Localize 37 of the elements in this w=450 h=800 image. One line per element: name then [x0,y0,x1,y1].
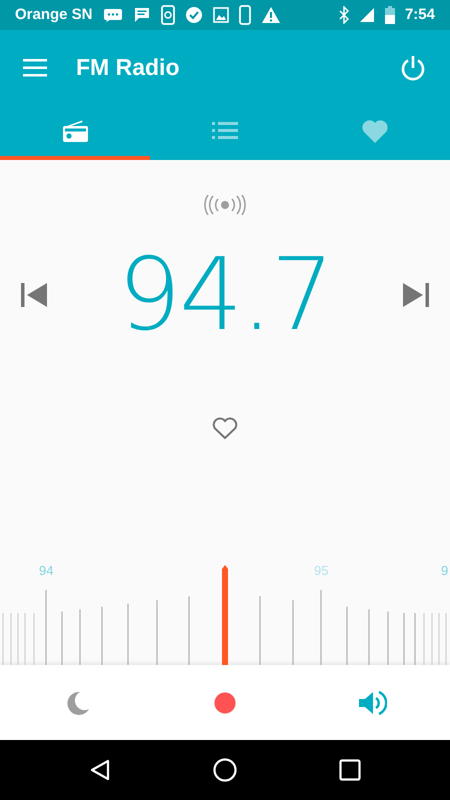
home-icon [213,758,237,782]
skip-previous-icon [21,283,47,307]
heart-icon [212,417,238,439]
heart-icon [362,118,388,142]
radio-icon [62,120,88,142]
recents-button[interactable] [338,758,362,782]
home-button[interactable] [212,757,238,783]
broadcast-icon [201,195,249,215]
record-icon [213,690,237,714]
next-station-button[interactable] [402,281,430,309]
message-icon [102,7,123,23]
skip-next-icon [403,283,429,307]
tuning-scale[interactable]: 94 95 9 [0,545,450,665]
app-title: FM Radio [76,53,180,82]
phone-shield-icon [238,5,251,25]
check-badge-icon [184,6,203,24]
menu-icon [23,58,47,76]
recents-icon [339,759,361,781]
previous-station-button[interactable] [20,281,48,309]
back-icon [90,759,110,781]
phone-sync-icon [160,5,175,25]
warning-icon [260,6,281,24]
speaker-icon [359,690,387,716]
frequency-label: 95 [314,562,328,580]
list-icon [212,122,238,140]
chat-icon [132,6,151,24]
carrier-name: Orange SN [15,4,93,25]
frequency-label: 94 [39,562,54,580]
back-button[interactable] [88,758,112,782]
frequency-display: 94.7 [118,235,332,355]
battery-icon [384,6,395,24]
bluetooth-icon [338,6,349,24]
frequency-label: 9 [441,562,448,580]
power-icon [400,54,426,80]
clock-time: 7:54 [404,4,435,25]
signal-icon [358,7,375,23]
image-icon [212,7,229,23]
